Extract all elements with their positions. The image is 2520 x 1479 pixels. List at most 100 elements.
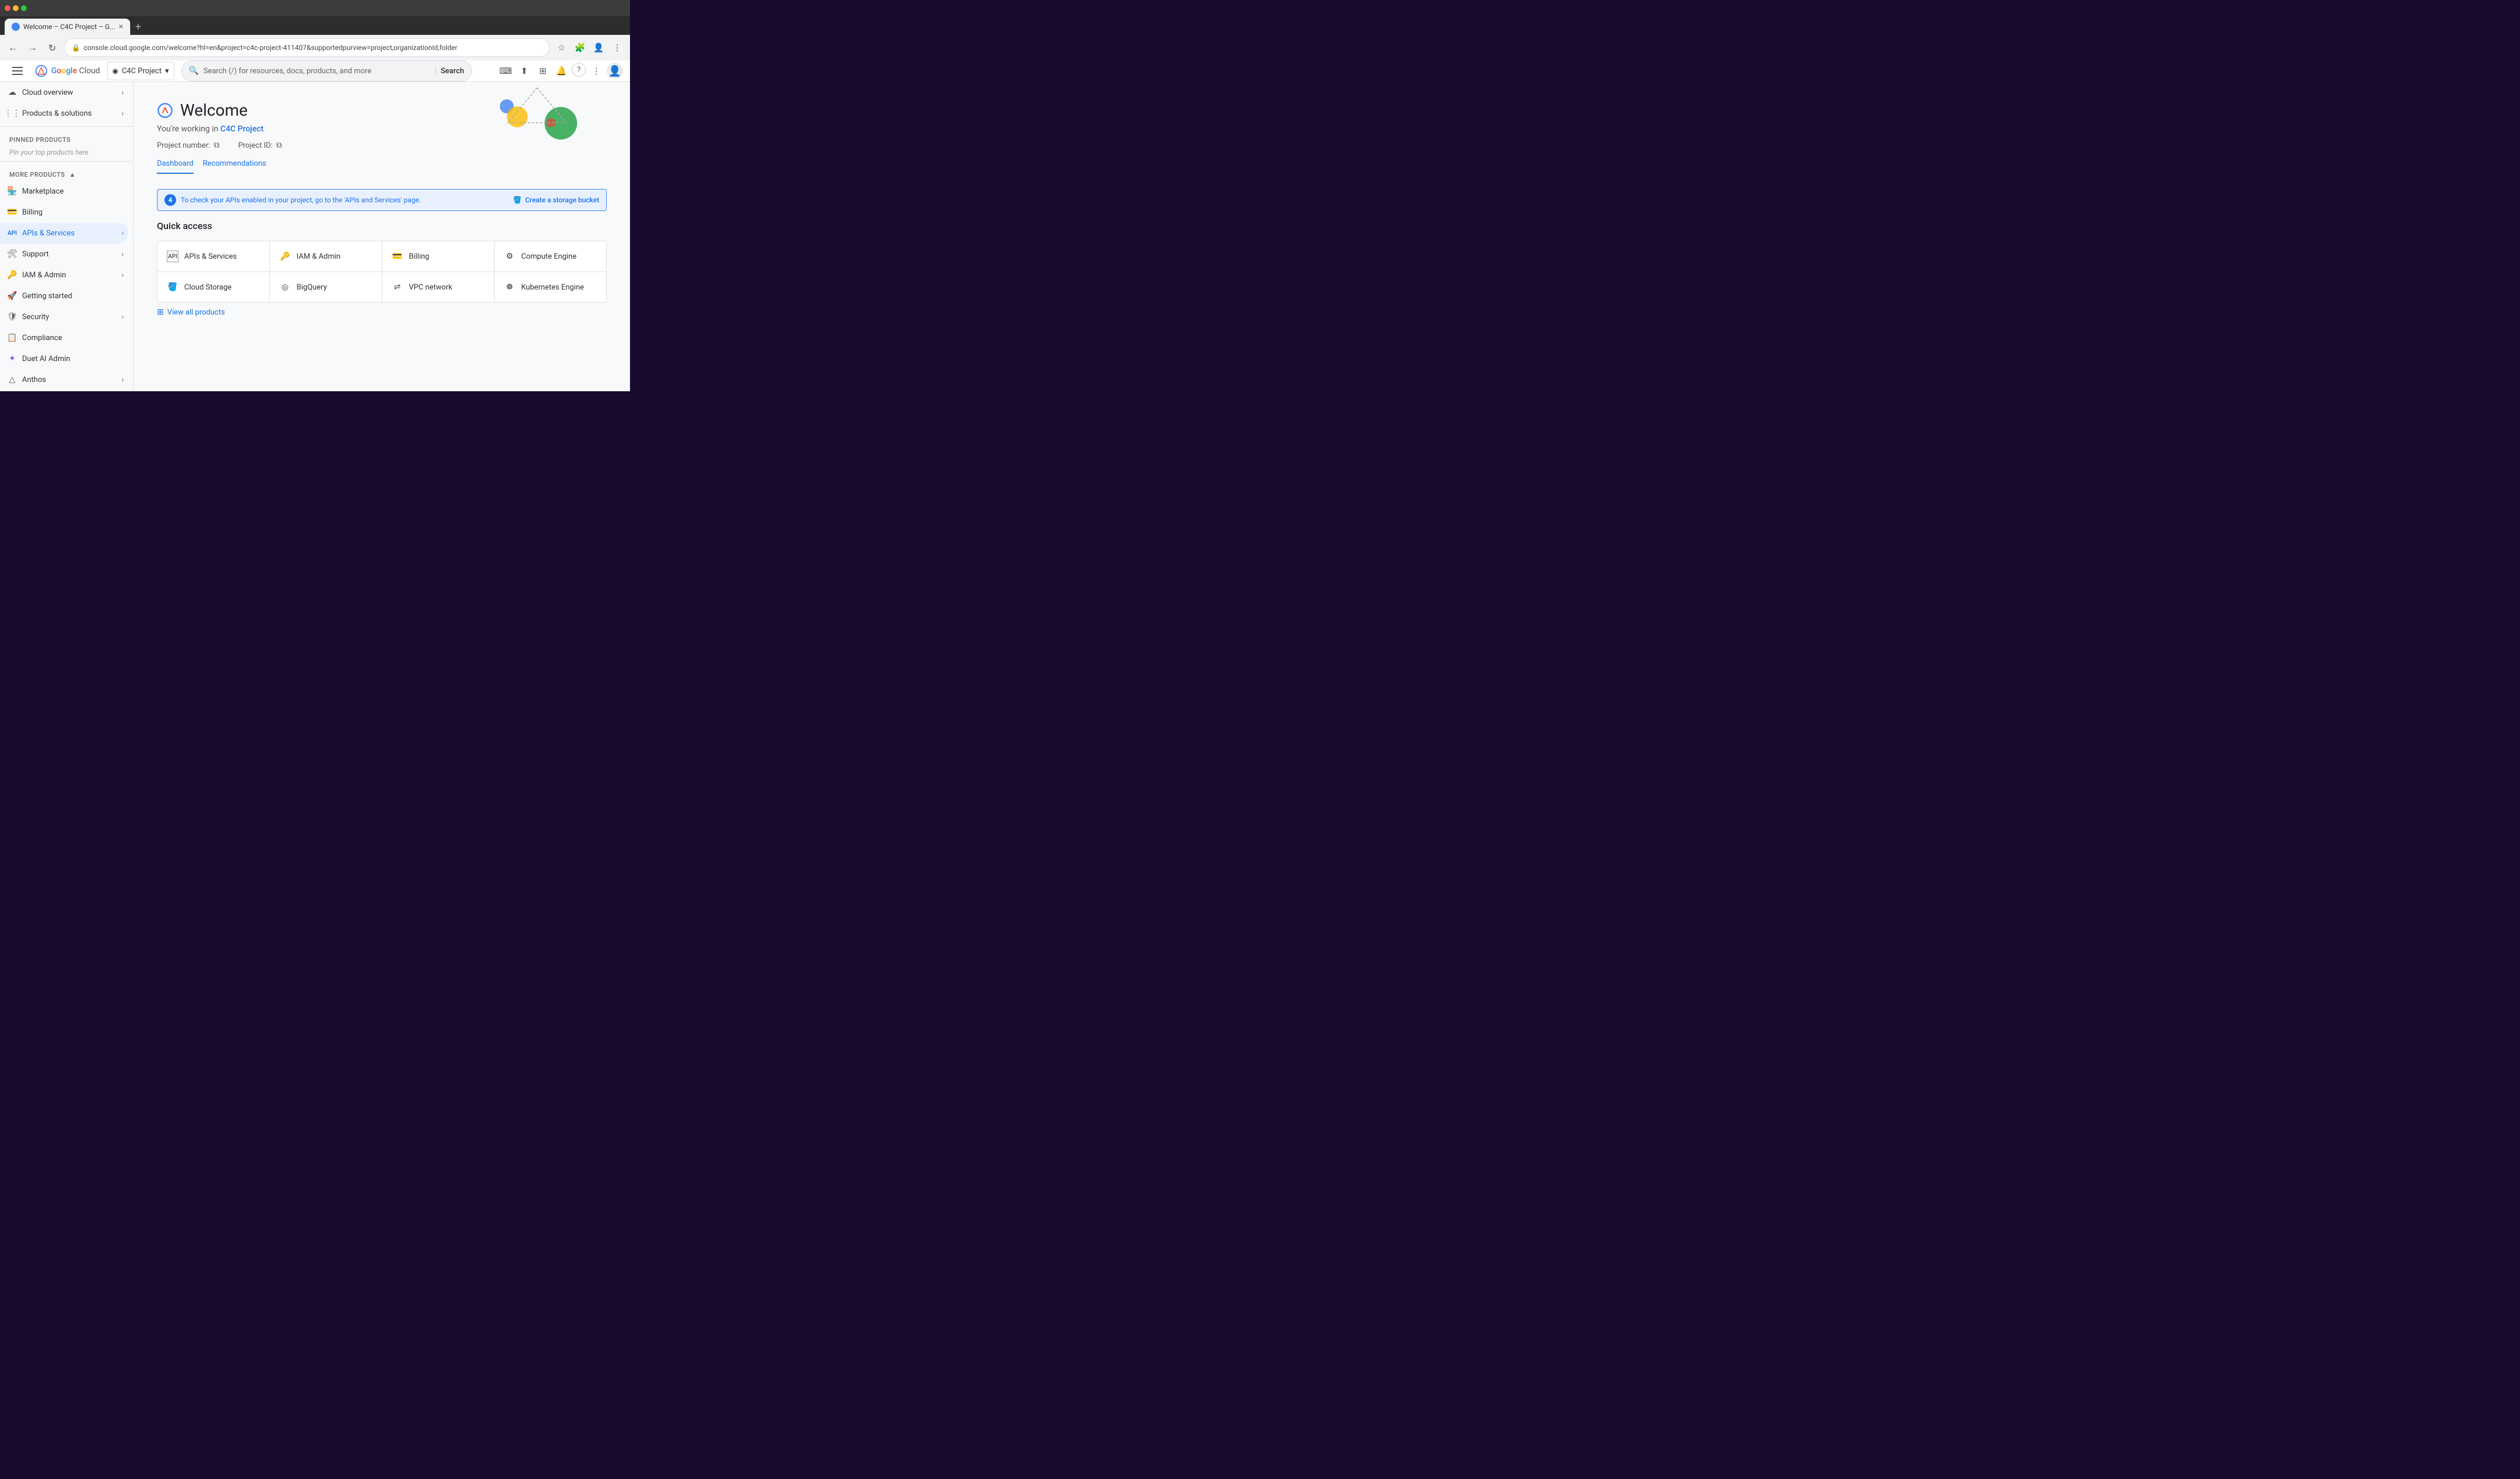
sidebar-duet-ai-label: Duet AI Admin bbox=[22, 355, 110, 363]
project-number-copy-btn[interactable]: ⧉ bbox=[214, 141, 220, 150]
project-number-item: Project number: ⧉ bbox=[157, 141, 220, 150]
sidebar-item-anthos[interactable]: △ Anthos 📌 › bbox=[0, 369, 128, 390]
more-section-collapse[interactable]: ▲ bbox=[69, 171, 76, 178]
project-id-copy-btn[interactable]: ⧉ bbox=[276, 141, 282, 150]
qa-bigquery-label: BigQuery bbox=[296, 283, 327, 292]
quick-access-cloud-storage[interactable]: 🪣 Cloud Storage bbox=[158, 272, 269, 302]
qa-storage-icon: 🪣 bbox=[167, 281, 178, 293]
sidebar-item-billing[interactable]: 💳 Billing 📌 bbox=[0, 202, 128, 223]
sidebar-item-security[interactable]: 🛡 Security 📌 › bbox=[0, 306, 128, 327]
qa-kubernetes-label: Kubernetes Engine bbox=[521, 283, 584, 292]
avatar-btn[interactable]: 👤 bbox=[607, 63, 623, 79]
help-btn[interactable]: ? bbox=[572, 63, 586, 77]
qa-compute-label: Compute Engine bbox=[521, 252, 577, 261]
qa-compute-icon: ⚙ bbox=[504, 251, 516, 262]
sidebar-products-solutions-label: Products & solutions bbox=[22, 109, 117, 118]
maximize-window-btn[interactable] bbox=[21, 5, 27, 11]
support-icon: 🛠 bbox=[7, 249, 17, 259]
quick-access-billing[interactable]: 💳 Billing bbox=[382, 241, 494, 271]
forward-btn[interactable]: → bbox=[24, 40, 41, 56]
browser-settings-btn[interactable]: ⋮ bbox=[609, 40, 625, 56]
project-selector[interactable]: ◉ C4C Project ▾ bbox=[107, 62, 174, 80]
project-selector-chevron: ▾ bbox=[165, 67, 169, 76]
qa-apis-icon: API bbox=[167, 251, 178, 262]
sidebar-item-products-solutions[interactable]: ⋮⋮ Products & solutions › bbox=[0, 103, 128, 124]
sidebar-item-support[interactable]: 🛠 Support 📌 › bbox=[0, 244, 128, 265]
profile-btn[interactable]: 👤 bbox=[590, 40, 607, 56]
sidebar-item-gcs[interactable]: ⚙ Google Cloud Setup 📌 bbox=[0, 390, 128, 391]
qa-billing-label: Billing bbox=[409, 252, 429, 261]
terminal-btn[interactable]: ⌨ bbox=[497, 63, 514, 79]
sidebar-getting-started-label: Getting started bbox=[22, 292, 110, 301]
qa-iam-icon: 🔑 bbox=[279, 251, 291, 262]
qa-kubernetes-icon: ☸ bbox=[504, 281, 516, 293]
quick-access-title: Quick access bbox=[157, 220, 607, 231]
quick-access-kubernetes-engine[interactable]: ☸ Kubernetes Engine bbox=[495, 272, 606, 302]
close-window-btn[interactable] bbox=[5, 5, 10, 11]
pinned-hint: Pin your top products here bbox=[0, 146, 133, 159]
sidebar-item-apis-services[interactable]: API APIs & Services 📌 › bbox=[0, 223, 128, 244]
search-icon: 🔍 bbox=[189, 66, 199, 76]
hamburger-icon bbox=[12, 74, 23, 75]
qa-storage-label: Cloud Storage bbox=[184, 283, 231, 292]
quick-access-compute-engine[interactable]: ⚙ Compute Engine bbox=[495, 241, 606, 271]
hamburger-icon bbox=[12, 67, 23, 68]
project-number-label: Project number: bbox=[157, 141, 210, 150]
view-all-products-link[interactable]: ⊞ View all products bbox=[157, 308, 607, 317]
notification-action-label: Create a storage bucket bbox=[525, 196, 599, 204]
extensions-btn[interactable]: 🧩 bbox=[572, 40, 588, 56]
products-solutions-icon: ⋮⋮ bbox=[7, 108, 17, 119]
notifications-btn[interactable]: 🔔 bbox=[553, 63, 570, 79]
tab-dashboard[interactable]: Dashboard bbox=[157, 159, 194, 174]
sidebar-item-iam-admin[interactable]: 🔑 IAM & Admin 📌 › bbox=[0, 265, 128, 285]
project-tabs: Dashboard Recommendations bbox=[157, 159, 607, 175]
refresh-btn[interactable]: ↻ bbox=[44, 40, 60, 56]
notification-banner: 4 To check your APIs enabled in your pro… bbox=[157, 189, 607, 211]
bookmark-btn[interactable]: ☆ bbox=[553, 40, 570, 56]
quick-access-bigquery[interactable]: ◎ BigQuery bbox=[270, 272, 381, 302]
apis-services-icon: API bbox=[7, 228, 17, 238]
sidebar-anthos-label: Anthos bbox=[22, 376, 103, 384]
storage-bucket-icon: 🪣 bbox=[513, 196, 522, 204]
quick-access-iam-admin[interactable]: 🔑 IAM & Admin bbox=[270, 241, 381, 271]
quick-access-grid: API APIs & Services 🔑 IAM & Admin 💳 Bill… bbox=[157, 241, 607, 303]
sidebar-divider-2 bbox=[0, 161, 133, 162]
project-selector-icon: ◉ bbox=[112, 67, 118, 75]
search-button[interactable]: Search bbox=[435, 67, 464, 76]
view-btn[interactable]: ⊞ bbox=[535, 63, 551, 79]
active-tab[interactable]: Welcome – C4C Project – G... × bbox=[5, 19, 130, 35]
address-field[interactable]: 🔒 console.cloud.google.com/welcome?hl=en… bbox=[64, 38, 550, 57]
sidebar-item-getting-started[interactable]: 🚀 Getting started 📌 bbox=[0, 285, 128, 306]
sidebar-marketplace-label: Marketplace bbox=[22, 187, 110, 196]
tab-close-btn[interactable]: × bbox=[119, 22, 123, 31]
sidebar-item-marketplace[interactable]: 🏪 Marketplace 📌 bbox=[0, 181, 128, 202]
sidebar-divider bbox=[0, 126, 133, 127]
sidebar-item-compliance[interactable]: 📋 Compliance 📌 bbox=[0, 327, 128, 348]
tab-recommendations[interactable]: Recommendations bbox=[203, 159, 266, 174]
sidebar-item-cloud-overview[interactable]: ☁ Cloud overview › bbox=[0, 82, 128, 103]
tab-bar: Welcome – C4C Project – G... × + bbox=[0, 16, 630, 35]
notification-text: To check your APIs enabled in your proje… bbox=[181, 196, 509, 204]
project-link[interactable]: C4C Project bbox=[220, 124, 263, 134]
back-btn[interactable]: ← bbox=[5, 40, 21, 56]
quick-access-apis-services[interactable]: API APIs & Services bbox=[158, 241, 269, 271]
sidebar-item-duet-ai[interactable]: ✦ Duet AI Admin 📌 bbox=[0, 348, 128, 369]
welcome-area: Welcome You're working in C4C Project Pr… bbox=[134, 82, 630, 189]
menu-toggle-btn[interactable] bbox=[7, 60, 28, 81]
upload-btn[interactable]: ⬆ bbox=[516, 63, 532, 79]
search-bar[interactable]: 🔍 Search (/) for resources, docs, produc… bbox=[181, 60, 472, 81]
sidebar-cloud-overview-label: Cloud overview bbox=[22, 88, 117, 97]
browser-toolbar-right: ☆ 🧩 👤 ⋮ bbox=[553, 40, 625, 56]
google-cloud-text: Google Cloud bbox=[51, 66, 100, 76]
quick-access-vpc-network[interactable]: ⇌ VPC network bbox=[382, 272, 494, 302]
tab-favicon bbox=[12, 23, 20, 31]
sidebar-security-label: Security bbox=[22, 313, 103, 321]
billing-icon: 💳 bbox=[7, 207, 17, 217]
new-tab-btn[interactable]: + bbox=[130, 19, 146, 35]
top-bar: Google Cloud ◉ C4C Project ▾ 🔍 Search (/… bbox=[0, 60, 630, 82]
sidebar-support-label: Support bbox=[22, 250, 103, 259]
notification-action-btn[interactable]: 🪣 Create a storage bucket bbox=[513, 196, 599, 204]
minimize-window-btn[interactable] bbox=[13, 5, 19, 11]
more-options-btn[interactable]: ⋮ bbox=[588, 63, 604, 79]
gcp-logo-icon bbox=[35, 65, 48, 77]
